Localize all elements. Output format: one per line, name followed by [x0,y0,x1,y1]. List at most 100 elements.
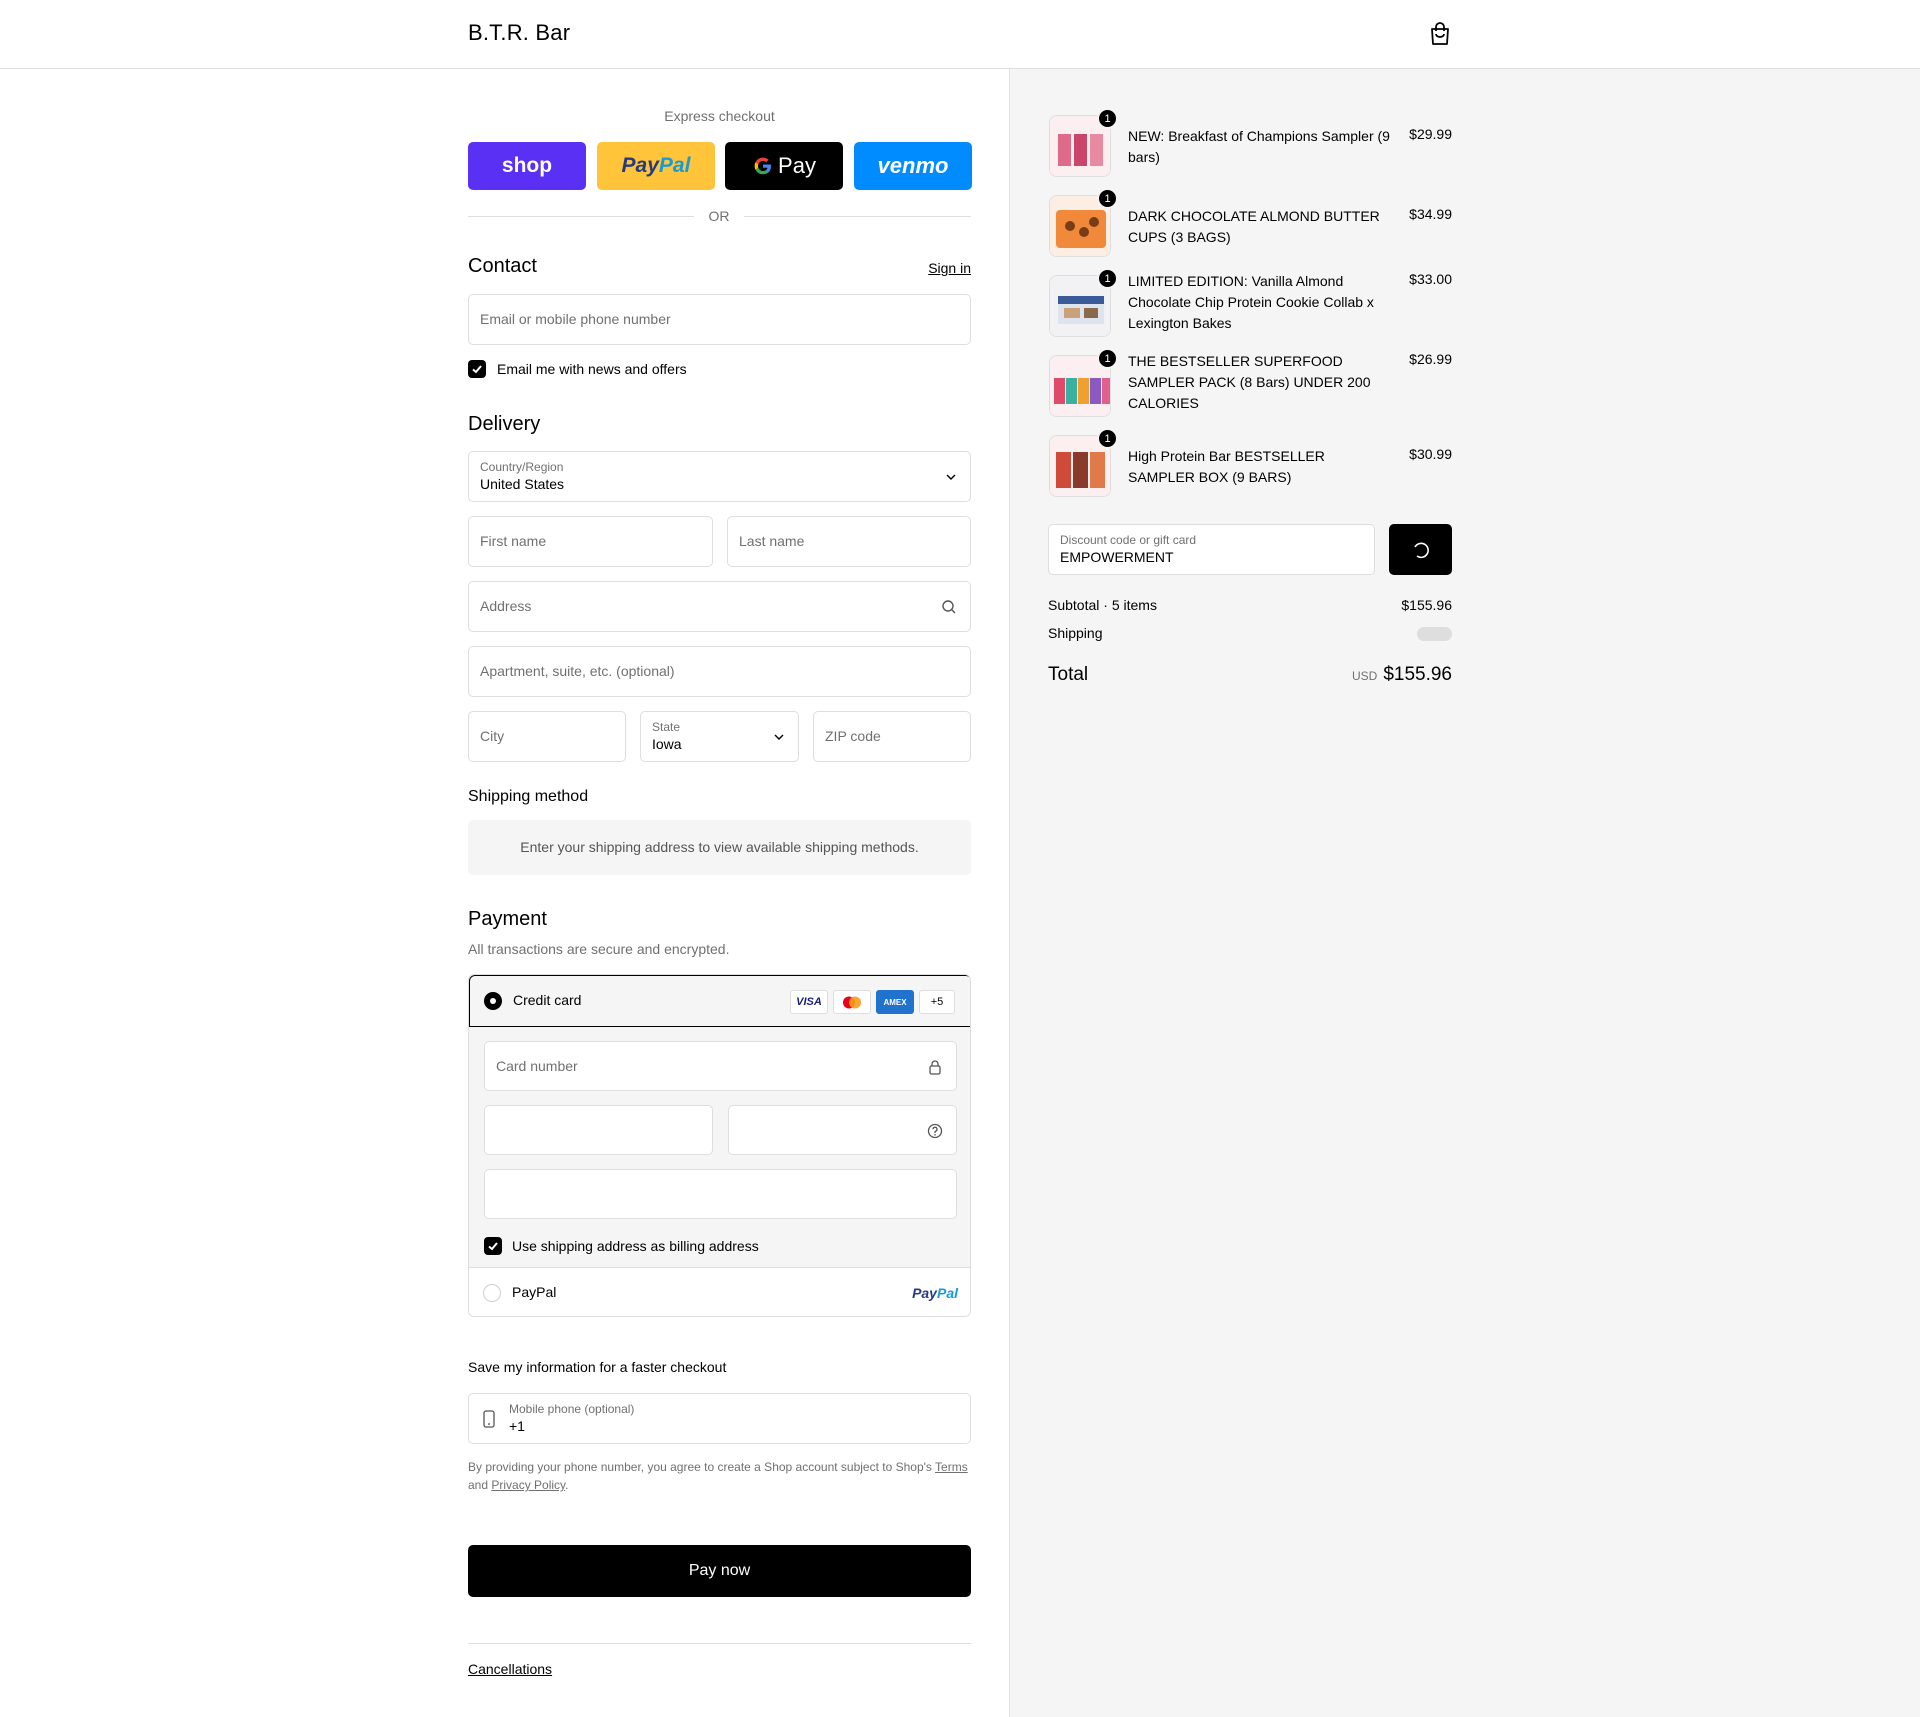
quantity-badge: 1 [1097,348,1118,369]
security-code-field[interactable] [728,1105,957,1155]
total-row: Total USD $155.96 [1048,664,1452,686]
mobile-phone-label: Mobile phone (optional) [509,1402,635,1416]
zip-placeholder: ZIP code [825,728,881,744]
quantity-badge: 1 [1097,108,1118,129]
venmo-label: venmo [877,153,949,178]
item-price: $26.99 [1409,351,1452,367]
zip-field[interactable]: ZIP code [813,711,971,762]
payment-heading: Payment [468,908,547,930]
item-name: NEW: Breakfast of Champions Sampler (9 b… [1128,128,1390,165]
item-name: High Protein Bar BESTSELLER SAMPLER BOX … [1128,448,1325,485]
discount-code-label: Discount code or gift card [1060,533,1197,547]
last-name-placeholder: Last name [739,533,805,549]
country-label: Country/Region [480,460,564,474]
state-value: Iowa [652,736,682,752]
item-price: $30.99 [1409,446,1452,462]
page-header: B.T.R. Bar [0,0,1920,69]
apply-discount-button[interactable] [1389,524,1452,575]
paypal-radio[interactable] [483,1284,501,1302]
subtotal-label: Subtotal · 5 items [1048,597,1157,613]
shop-pay-button[interactable]: shop [468,142,586,190]
chevron-down-icon [774,734,784,740]
billing-address-label: Use shipping address as billing address [512,1238,759,1254]
credit-card-option[interactable]: Credit card VISA AMEX +5 [469,975,970,1027]
privacy-policy-link[interactable]: Privacy Policy [491,1478,565,1492]
name-on-card-field[interactable] [484,1169,957,1219]
state-select[interactable]: State Iowa [640,711,799,762]
payment-subtitle: All transactions are secure and encrypte… [468,941,730,957]
item-price: $29.99 [1409,126,1452,142]
subtotal-value: $155.96 [1401,597,1452,613]
mobile-phone-value: +1 [509,1418,525,1434]
more-cards-badge: +5 [919,990,955,1014]
sign-in-link[interactable]: Sign in [928,260,971,276]
contact-heading: Contact [468,255,537,277]
total-label: Total [1048,664,1089,685]
shop-pay-label: shop [501,154,553,177]
pay-now-button[interactable]: Pay now [468,1545,971,1597]
state-label: State [652,720,681,734]
credit-card-form: Card number Use shipping address as bill… [469,1027,970,1268]
quantity-badge: 1 [1097,428,1118,449]
visa-icon: VISA [790,990,828,1014]
item-name: LIMITED EDITION: Vanilla Almond Chocolat… [1128,273,1374,331]
item-price: $33.00 [1409,271,1452,287]
apartment-placeholder: Apartment, suite, etc. (optional) [480,663,675,679]
terms-link[interactable]: Terms [935,1460,968,1474]
shipping-value-loading [1417,627,1452,641]
apartment-field[interactable]: Apartment, suite, etc. (optional) [468,646,971,697]
total-value: $155.96 [1383,664,1452,685]
payment-methods: Credit card VISA AMEX +5 Card number Use… [468,974,971,1317]
search-icon [942,600,956,614]
paypal-logo: PayPal [621,154,691,177]
express-checkout-title: Express checkout [664,108,775,124]
store-logo[interactable]: B.T.R. Bar [468,20,570,46]
help-icon[interactable] [927,1123,943,1139]
country-value: United States [480,476,565,492]
email-field[interactable]: Email or mobile phone number [468,294,971,345]
loading-spinner-icon [1413,542,1429,558]
shipping-row: Shipping [1048,625,1452,641]
checkmark-icon [472,365,482,374]
total-currency: USD [1351,669,1378,683]
first-name-field[interactable]: First name [468,516,713,567]
paypal-option-label: PayPal [512,1284,557,1300]
paypal-logo: PayPal [912,1285,958,1301]
venmo-button[interactable]: venmo [854,142,972,190]
discount-code-value: EMPOWERMENT [1060,549,1174,565]
quantity-badge: 1 [1097,268,1118,289]
mastercard-icon [833,990,871,1014]
address-field[interactable]: Address [468,581,971,632]
checkmark-icon [488,1242,498,1251]
shipping-label: Shipping [1048,625,1103,641]
discount-code-field[interactable]: Discount code or gift card EMPOWERMENT [1048,524,1375,575]
shopping-bag-icon[interactable] [1429,22,1451,46]
lock-icon [929,1060,941,1075]
last-name-field[interactable]: Last name [727,516,971,567]
city-placeholder: City [480,728,505,744]
cancellations-link[interactable]: Cancellations [468,1661,552,1677]
paypal-button[interactable]: PayPal [597,142,715,190]
address-placeholder: Address [480,598,532,614]
city-field[interactable]: City [468,711,626,762]
shipping-method-heading: Shipping method [468,788,589,805]
google-pay-button[interactable]: Pay [725,142,843,190]
mobile-phone-icon [483,1410,495,1428]
country-select[interactable]: Country/Region United States [468,451,971,502]
quantity-badge: 1 [1097,188,1118,209]
or-divider-label: OR [694,208,744,224]
expiration-field[interactable] [484,1105,713,1155]
shop-legal-text: By providing your phone number, you agre… [468,1460,968,1492]
card-number-field[interactable]: Card number [484,1041,957,1091]
billing-address-checkbox[interactable] [484,1237,502,1255]
save-info-heading: Save my information for a faster checkou… [468,1359,727,1375]
item-name: THE BESTSELLER SUPERFOOD SAMPLER PACK (8… [1128,353,1371,411]
paypal-option[interactable]: PayPal PayPal [469,1268,970,1316]
news-checkbox-label: Email me with news and offers [497,361,687,377]
google-pay-label: Pay [778,153,816,178]
chevron-down-icon [946,474,956,480]
mobile-phone-field[interactable]: Mobile phone (optional) +1 [468,1393,971,1444]
credit-card-radio[interactable] [484,992,502,1010]
first-name-placeholder: First name [480,533,547,549]
news-checkbox[interactable] [468,360,486,378]
